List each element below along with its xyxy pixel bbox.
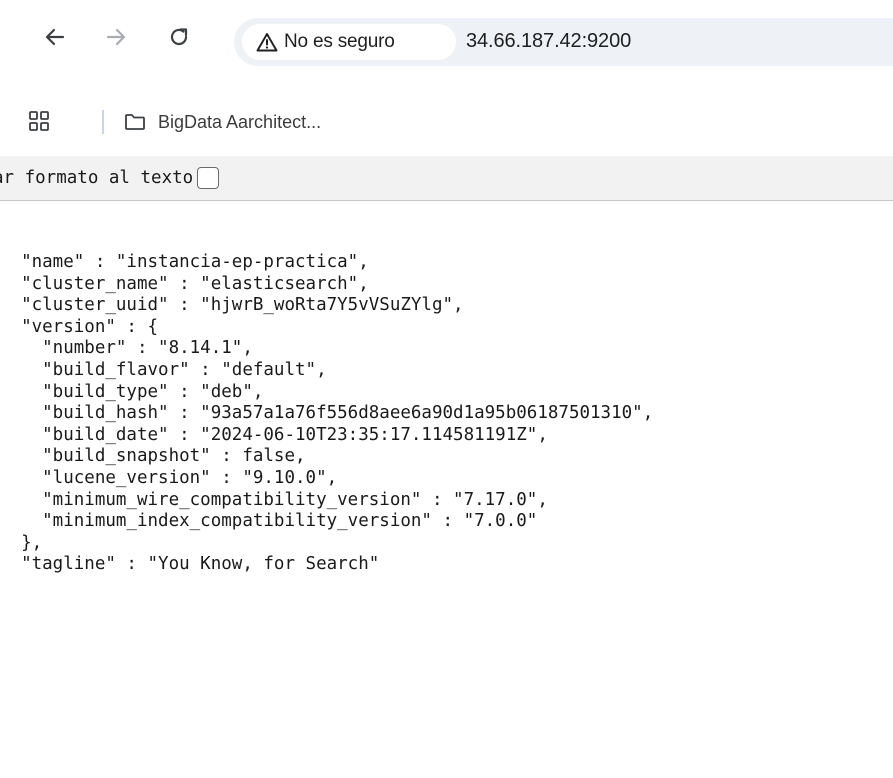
- warning-triangle-icon: [256, 32, 278, 52]
- json-line: "build_flavor" : "default",: [0, 359, 327, 380]
- security-label: No es seguro: [284, 31, 395, 52]
- arrow-right-icon: [106, 28, 126, 46]
- json-line: "build_date" : "2024-06-10T23:35:17.1145…: [0, 424, 548, 445]
- bookmarks-divider: [102, 110, 104, 134]
- browser-toolbar: No es seguro 34.66.187.42:9200: [0, 0, 893, 90]
- apps-button[interactable]: [28, 110, 50, 137]
- security-indicator[interactable]: No es seguro: [242, 24, 456, 60]
- pretty-print-bar: ar formato al texto: [0, 156, 893, 201]
- apps-grid-icon: [29, 111, 49, 131]
- url-text[interactable]: 34.66.187.42:9200: [466, 30, 631, 53]
- json-line: "build_type" : "deb",: [0, 381, 264, 402]
- json-line: "minimum_wire_compatibility_version" : "…: [0, 489, 548, 510]
- reload-icon: [170, 28, 188, 46]
- json-line: "name" : "instancia-ep-practica",: [0, 252, 369, 272]
- json-response-body: "name" : "instancia-ep-practica", "clust…: [0, 252, 653, 576]
- folder-icon: [124, 113, 146, 131]
- bookmark-folder-bigdata[interactable]: BigData Aarchitect...: [124, 106, 321, 138]
- bookmark-label: BigData Aarchitect...: [158, 111, 322, 132]
- json-line: "number" : "8.14.1",: [0, 338, 253, 359]
- pretty-print-label: ar formato al texto: [0, 168, 194, 188]
- bookmarks-bar: BigData Aarchitect...: [0, 100, 893, 146]
- json-line: "build_hash" : "93a57a1a76f556d8aee6a90d…: [0, 403, 654, 424]
- json-line: "version" : {: [0, 316, 159, 337]
- json-line: "tagline" : "You Know, for Search": [0, 554, 380, 575]
- json-line: "build_snapshot" : false,: [0, 446, 306, 467]
- reload-button[interactable]: [164, 22, 194, 52]
- back-button[interactable]: [40, 22, 70, 52]
- json-line: },: [0, 532, 43, 553]
- json-line: "cluster_name" : "elasticsearch",: [0, 273, 369, 294]
- json-line: "minimum_index_compatibility_version" : …: [0, 511, 538, 532]
- json-line: "lucene_version" : "9.10.0",: [0, 467, 338, 488]
- json-line: "cluster_uuid" : "hjwrB_woRta7Y5vVSuZYlg…: [0, 295, 464, 316]
- forward-button[interactable]: [101, 22, 131, 52]
- address-bar[interactable]: No es seguro 34.66.187.42:9200: [234, 18, 893, 66]
- pretty-print-checkbox[interactable]: [197, 167, 220, 189]
- arrow-left-icon: [45, 28, 65, 46]
